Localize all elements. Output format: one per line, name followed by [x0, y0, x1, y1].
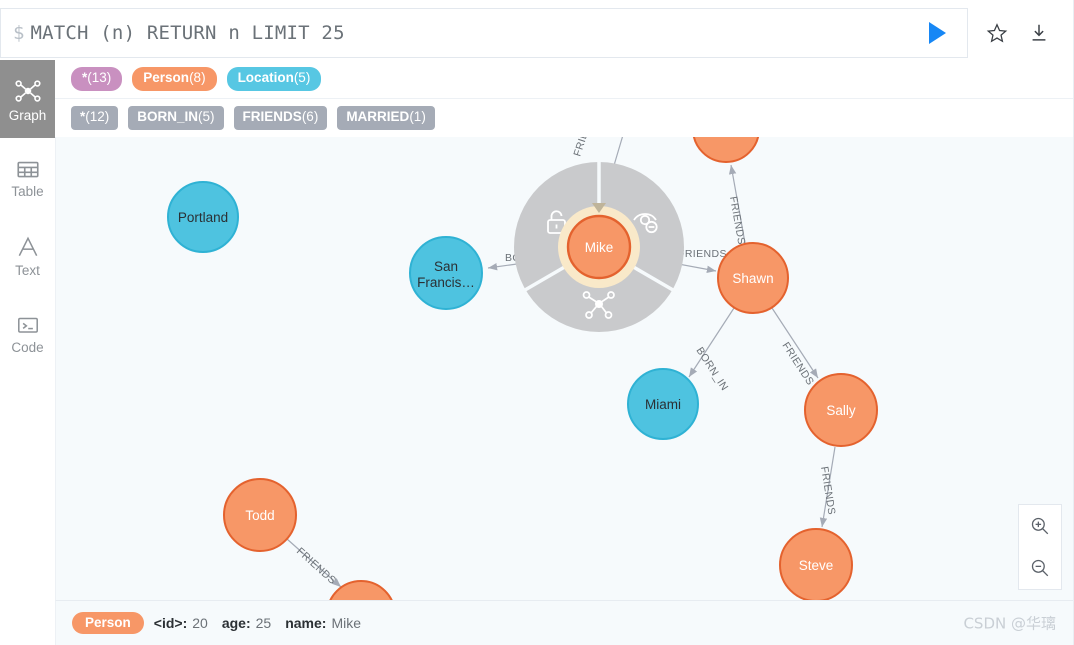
graph-node-portland[interactable]: Portland — [167, 181, 239, 253]
relationship-friends-shawn-sally[interactable]: FRIENDS — [771, 307, 819, 388]
neo4j-browser-result-frame: $ MATCH (n) RETURN n LIMIT 25 Graph Tabl… — [0, 0, 1074, 645]
view-mode-sidebar: Graph Table Text Code — [0, 60, 55, 645]
chip-person-count: (8) — [189, 70, 206, 85]
sidebar-label-graph: Graph — [8, 107, 47, 123]
download-button[interactable] — [1022, 16, 1056, 50]
node-label-line1: San — [434, 259, 458, 274]
graph-node-top-clipped[interactable] — [692, 137, 760, 163]
chip-location-name: Location — [237, 70, 294, 85]
favorite-button[interactable] — [980, 16, 1014, 50]
download-icon — [1032, 24, 1046, 41]
sidebar-label-code: Code — [11, 339, 44, 355]
zoom-in-icon — [1031, 517, 1049, 535]
property-key-age: age: — [221, 615, 251, 631]
chip-friends-count: (6) — [301, 108, 319, 124]
chip-all-relationships[interactable]: *(12) — [71, 105, 119, 130]
chip-location-count: (5) — [293, 70, 311, 85]
query-editor[interactable]: $ MATCH (n) RETURN n LIMIT 25 — [0, 8, 968, 58]
property-list: <id>: 20 age: 25 name: Mike — [154, 615, 370, 631]
chip-rel-friends[interactable]: FRIENDS(6) — [233, 105, 328, 130]
sidebar-item-table[interactable]: Table — [0, 138, 55, 216]
chip-born-in-name: BORN_IN — [137, 108, 199, 124]
rel-label: FRIENDS — [678, 248, 727, 260]
property-value-age: 25 — [255, 615, 272, 631]
graph-canvas[interactable]: BORN_IN FRIENDS FRIENDS BORN_IN — [55, 137, 1074, 600]
relationship-friends-todd-bottom[interactable]: FRIENDS — [286, 538, 342, 588]
chip-label-location[interactable]: Location(5) — [226, 67, 322, 91]
chip-all-nodes-count: (13) — [87, 70, 112, 85]
zoom-controls — [1018, 504, 1062, 590]
node-label-line2: Francis… — [417, 275, 475, 290]
graph-node-shawn[interactable]: Shawn — [717, 242, 789, 314]
property-key-name: name: — [285, 615, 327, 631]
graph-node-todd[interactable]: Todd — [223, 478, 297, 552]
node-label: Miami — [645, 397, 681, 412]
graph-node-san-francisco[interactable]: San Francis… — [409, 236, 483, 310]
rel-label: FRIENDS — [818, 466, 838, 516]
rel-label: FRIENDS — [571, 137, 598, 158]
status-badge[interactable]: Person — [72, 612, 144, 634]
text-icon — [18, 236, 37, 256]
star-icon — [986, 23, 1008, 43]
chip-person-name: Person — [143, 70, 190, 85]
table-icon — [16, 161, 39, 178]
rel-label: BORN_IN — [693, 345, 730, 393]
query-editor-bar: $ MATCH (n) RETURN n LIMIT 25 — [0, 8, 1074, 58]
inspector-status-bar: Person <id>: 20 age: 25 name: Mike CSDN … — [55, 600, 1074, 645]
rel-label: FRIENDS — [727, 195, 747, 245]
prompt-sigil: $ — [13, 22, 25, 44]
node-label: Shawn — [732, 271, 773, 286]
chip-all-rels-count: (12) — [85, 108, 110, 124]
sidebar-item-text[interactable]: Text — [0, 216, 55, 294]
relationship-type-chip-row: *(12) BORN_IN(5) FRIENDS(6) MARRIED(1) — [55, 99, 1074, 138]
sidebar-label-table: Table — [11, 183, 44, 199]
node-label: Steve — [799, 558, 834, 573]
node-label-chip-row: *(13) Person(8) Location(5) — [55, 60, 1074, 99]
code-icon — [17, 317, 38, 333]
node-label: Todd — [245, 508, 274, 523]
chip-married-count: (1) — [409, 108, 426, 124]
chip-all-nodes[interactable]: *(13) — [71, 67, 123, 91]
watermark: CSDN @华璃 — [963, 614, 1056, 633]
run-query-button[interactable] — [907, 9, 967, 57]
node-layer: Portland San Francis… Shawn Miami Sally … — [167, 137, 878, 600]
graph-icon — [14, 80, 41, 102]
chip-friends-name: FRIENDS — [242, 108, 302, 124]
rel-label: FRIENDS — [294, 545, 338, 587]
relationship-friends-sally-steve[interactable]: FRIENDS — [818, 446, 838, 528]
node-label: Mike — [585, 240, 614, 255]
graph-svg[interactable]: BORN_IN FRIENDS FRIENDS BORN_IN — [56, 137, 1074, 600]
chip-rel-married[interactable]: MARRIED(1) — [337, 105, 435, 130]
zoom-out-button[interactable] — [1019, 547, 1061, 589]
chip-born-in-count: (5) — [198, 108, 215, 124]
relationship-friends-shawn-top[interactable]: FRIENDS — [727, 164, 747, 246]
chip-label-person[interactable]: Person(8) — [132, 67, 217, 91]
editor-action-group — [968, 8, 1074, 58]
property-value-id: 20 — [192, 615, 208, 631]
chip-married-name: MARRIED — [346, 108, 410, 124]
node-label: Sally — [826, 403, 856, 418]
sidebar-item-graph[interactable]: Graph — [0, 60, 55, 138]
graph-node-sally[interactable]: Sally — [804, 373, 878, 447]
legend-panel: *(13) Person(8) Location(5) *(12) BORN_I… — [55, 60, 1074, 138]
query-input[interactable]: MATCH (n) RETURN n LIMIT 25 — [30, 22, 907, 44]
property-key-id: <id>: — [153, 615, 188, 631]
zoom-out-icon — [1031, 559, 1049, 577]
zoom-in-button[interactable] — [1019, 505, 1061, 547]
chip-rel-born-in[interactable]: BORN_IN(5) — [128, 105, 224, 130]
relationship-born-in-shawn-miami[interactable]: BORN_IN — [688, 307, 735, 393]
sidebar-label-text: Text — [15, 262, 40, 278]
graph-node-miami[interactable]: Miami — [627, 368, 699, 440]
play-icon — [928, 22, 946, 44]
node-label: Portland — [178, 210, 228, 225]
sidebar-item-code[interactable]: Code — [0, 294, 55, 372]
property-value-name: Mike — [331, 615, 361, 631]
graph-node-steve[interactable]: Steve — [779, 528, 853, 600]
